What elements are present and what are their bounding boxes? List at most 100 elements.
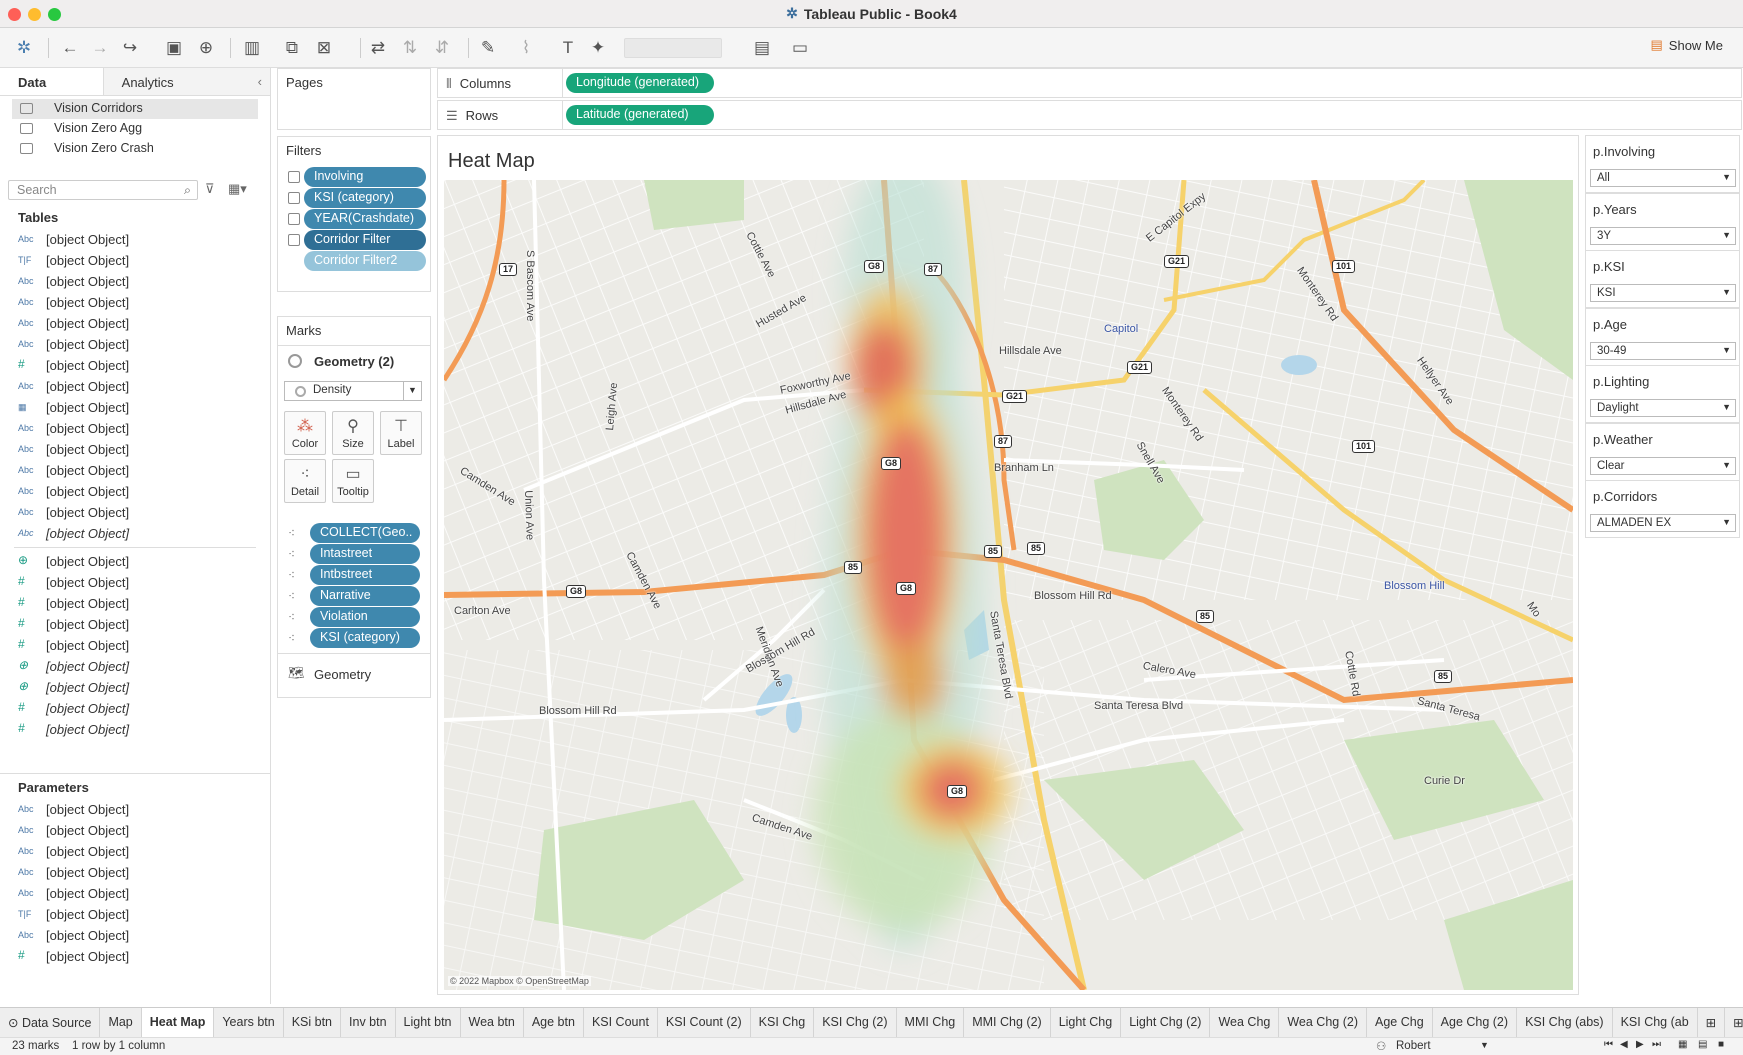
field-item[interactable]: Abc [object Object] <box>0 313 270 334</box>
minimize-window-button[interactable] <box>28 8 41 21</box>
sheet-tab[interactable]: Map <box>100 1008 142 1037</box>
last-sheet-icon[interactable]: ⏭ <box>1652 1039 1661 1050</box>
field-item[interactable]: Abc [object Object] <box>0 376 270 397</box>
tab-analytics[interactable]: Analytics ‹ <box>102 68 270 95</box>
marks-layer-title[interactable]: Geometry (2) <box>314 354 394 369</box>
field-item[interactable]: Abc [object Object] <box>0 229 270 250</box>
field-item[interactable]: Abc [object Object] <box>0 820 270 841</box>
field-item[interactable]: Abc [object Object] <box>0 271 270 292</box>
zoom-window-button[interactable] <box>48 8 61 21</box>
show-filmstrip-icon[interactable]: ▤ <box>1698 1039 1707 1050</box>
field-item[interactable]: Abc [object Object] <box>0 502 270 523</box>
mark-type-dropdown[interactable]: Density ▼ <box>284 381 422 401</box>
sheet-tab[interactable]: Inv btn <box>341 1008 396 1037</box>
parameter-dropdown[interactable]: All ▼ <box>1590 169 1736 187</box>
field-item[interactable]: T|F [object Object] <box>0 904 270 925</box>
duplicate-sheet-icon[interactable]: ⧉ <box>280 36 304 60</box>
view-title[interactable]: Heat Map <box>448 150 535 173</box>
field-item[interactable]: # [object Object] <box>0 635 270 656</box>
sort-descending-icon[interactable]: ⇵ <box>430 36 454 60</box>
sheet-tab[interactable]: KSI Count <box>584 1008 658 1037</box>
previous-sheet-icon[interactable]: ◀ <box>1620 1039 1628 1050</box>
datasource-item[interactable]: Vision Zero Agg <box>12 119 258 139</box>
parameter-dropdown[interactable]: Daylight ▼ <box>1590 399 1736 417</box>
datasource-item[interactable]: Vision Corridors <box>12 99 258 119</box>
show-me-button[interactable]: ▤ Show Me <box>1651 37 1724 53</box>
rows-pill[interactable]: Latitude (generated) <box>566 105 714 125</box>
marks-pill[interactable]: Narrative <box>310 586 420 606</box>
highlight-icon[interactable]: ✎ <box>476 36 500 60</box>
sheet-tab[interactable]: KSi btn <box>284 1008 342 1037</box>
fit-dropdown[interactable] <box>624 38 722 58</box>
sheet-tab[interactable]: KSI Chg (abs) <box>1517 1008 1613 1037</box>
marks-pill[interactable]: Intastreet <box>310 544 420 564</box>
filter-pill[interactable]: Corridor Filter2 <box>304 251 426 271</box>
columns-pill[interactable]: Longitude (generated) <box>566 73 714 93</box>
marks-pill[interactable]: Intbstreet <box>310 565 420 585</box>
size-button[interactable]: ⚲ Size <box>332 411 374 455</box>
sheet-tab[interactable]: Light btn <box>396 1008 461 1037</box>
field-item[interactable]: Abc [object Object] <box>0 799 270 820</box>
sheet-tab[interactable]: MMI Chg <box>897 1008 965 1037</box>
parameter-dropdown[interactable]: 3Y ▼ <box>1590 226 1736 245</box>
field-item[interactable]: # [object Object] <box>0 614 270 635</box>
filter-pill[interactable]: Involving <box>304 167 426 187</box>
sort-ascending-icon[interactable]: ⇅ <box>398 36 422 60</box>
filter-pill[interactable]: YEAR(Crashdate) <box>304 209 426 229</box>
field-item[interactable]: Abc [object Object] <box>0 418 270 439</box>
field-item[interactable]: Abc [object Object] <box>0 481 270 502</box>
close-window-button[interactable] <box>8 8 21 21</box>
heat-map[interactable]: S Bascom Ave Cottie Ave Husted Ave Foxworth… <box>444 180 1573 990</box>
next-sheet-icon[interactable]: ▶ <box>1636 1039 1644 1050</box>
field-item[interactable]: ⊕ [object Object] <box>0 551 270 572</box>
tooltip-button[interactable]: ▭ Tooltip <box>332 459 374 503</box>
field-item[interactable]: ⊕ [object Object] <box>0 656 270 677</box>
field-item[interactable]: Abc [object Object] <box>0 439 270 460</box>
field-item[interactable]: Abc [object Object] <box>0 841 270 862</box>
sheet-tab[interactable]: Heat Map <box>141 1008 215 1037</box>
field-item[interactable]: # [object Object] <box>0 946 270 967</box>
show-sheet-sorter-icon[interactable]: ▦ <box>1678 1039 1687 1050</box>
show-tabs-icon[interactable]: ■ <box>1718 1039 1724 1050</box>
sheet-tab[interactable]: Light Chg (2) <box>1121 1008 1211 1037</box>
detail-button[interactable]: ⁖ Detail <box>284 459 326 503</box>
filter-pill[interactable]: Corridor Filter <box>304 230 426 250</box>
new-worksheet-icon[interactable]: ▥ <box>240 36 264 60</box>
pin-icon[interactable]: ✦ <box>586 36 610 60</box>
tab-data[interactable]: Data <box>0 68 103 95</box>
sheet-tab[interactable]: Years btn <box>214 1008 284 1037</box>
new-datasource-icon[interactable]: ⊕ <box>194 36 218 60</box>
first-sheet-icon[interactable]: ⏮ <box>1604 1039 1613 1050</box>
presentation-icon[interactable]: ▭ <box>788 36 812 60</box>
rows-shelf[interactable]: ☰ Rows Latitude (generated) <box>437 100 1742 130</box>
filter-fields-icon[interactable]: ⊽ <box>205 181 215 197</box>
group-icon[interactable]: ⌇ <box>514 36 538 60</box>
replay-icon[interactable]: ↪ <box>118 36 142 60</box>
parameter-dropdown[interactable]: 30-49 ▼ <box>1590 341 1736 360</box>
parameter-dropdown[interactable]: Clear ▼ <box>1590 456 1736 475</box>
color-button[interactable]: ⁂ Color <box>284 411 326 455</box>
field-item[interactable]: Abc [object Object] <box>0 862 270 883</box>
field-item[interactable]: Abc [object Object] <box>0 925 270 946</box>
pages-card[interactable]: Pages <box>277 68 431 130</box>
redo-icon[interactable]: → <box>88 36 112 60</box>
parameter-dropdown[interactable]: ALMADEN EX ▼ <box>1590 514 1736 532</box>
new-worksheet-icon[interactable]: ⊞ <box>1698 1008 1726 1037</box>
field-item[interactable]: T|F [object Object] <box>0 250 270 271</box>
collapse-pane-icon[interactable]: ‹ <box>258 74 262 89</box>
field-item[interactable]: # [object Object] <box>0 593 270 614</box>
marks-pill[interactable]: COLLECT(Geo.. <box>310 523 420 543</box>
view-options-icon[interactable]: ▦▾ <box>228 181 247 197</box>
tableau-home-icon[interactable]: ✲ <box>12 36 36 60</box>
new-dashboard-icon[interactable]: ⊞ <box>1725 1008 1743 1037</box>
sheet-tab[interactable]: KSI Count (2) <box>658 1008 751 1037</box>
sheet-tab[interactable]: Age Chg (2) <box>1433 1008 1518 1037</box>
field-item[interactable]: Abc [object Object] <box>0 883 270 904</box>
sheet-tab[interactable]: KSI Chg <box>751 1008 815 1037</box>
field-item[interactable]: Abc [object Object] <box>0 460 270 481</box>
field-item[interactable]: # [object Object] <box>0 719 270 740</box>
sheet-tab[interactable]: Wea Chg (2) <box>1279 1008 1367 1037</box>
field-item[interactable]: Abc [object Object] <box>0 334 270 355</box>
sheet-tab[interactable]: KSI Chg (2) <box>814 1008 897 1037</box>
columns-shelf[interactable]: ⦀ Columns Longitude (generated) <box>437 68 1742 98</box>
